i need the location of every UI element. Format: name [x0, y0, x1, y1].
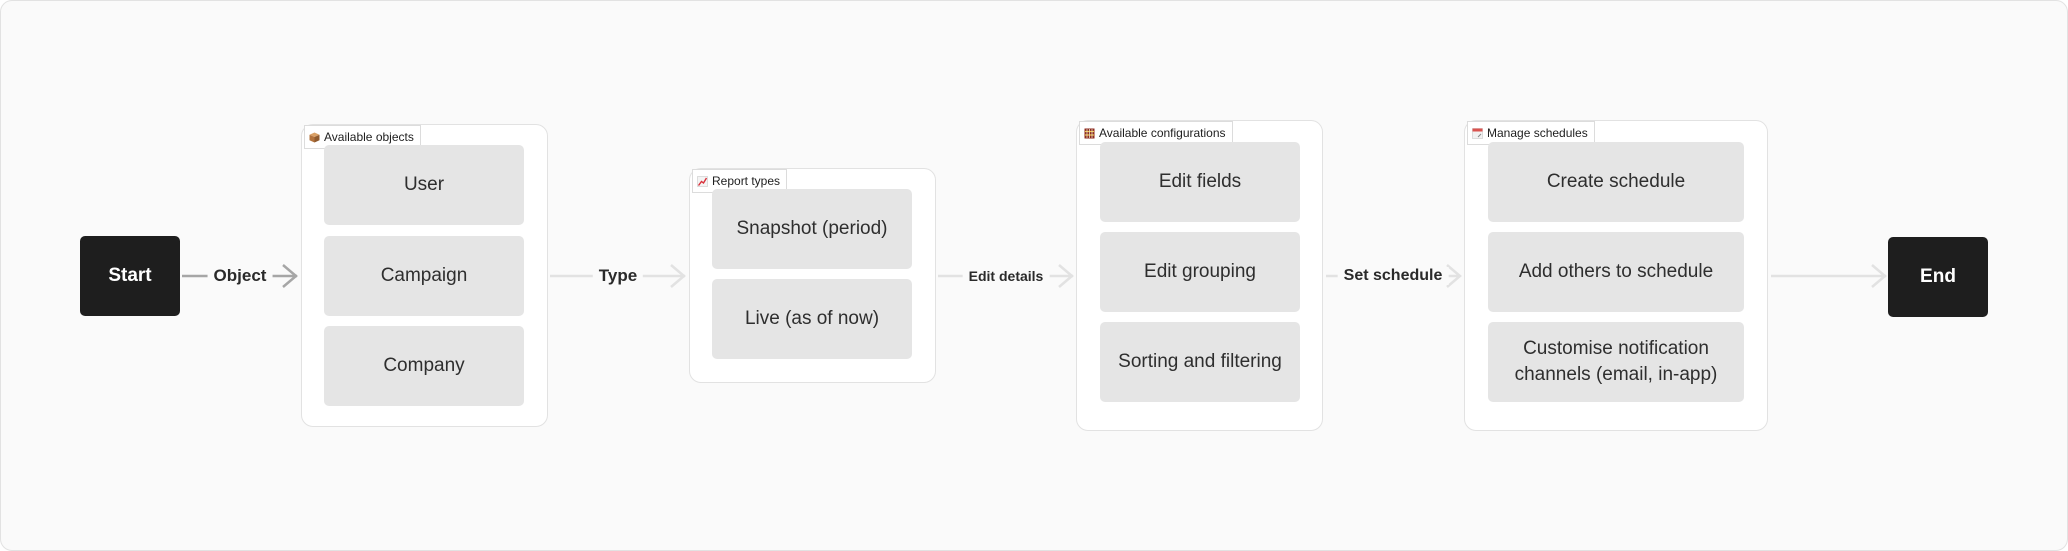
group-title: Report types — [712, 174, 781, 188]
edge-label-edit-details: Edit details — [962, 268, 1050, 284]
group-available-objects: Available objects User Campaign Company — [301, 124, 548, 427]
group-manage-schedules: Manage schedules Create schedule Add oth… — [1464, 120, 1768, 431]
node-campaign[interactable]: Campaign — [324, 236, 524, 316]
package-icon — [309, 132, 320, 143]
node-edit-fields[interactable]: Edit fields — [1100, 142, 1300, 222]
group-title: Manage schedules — [1487, 126, 1588, 140]
chart-increasing-icon — [697, 175, 708, 187]
node-add-others-to-schedule[interactable]: Add others to schedule — [1488, 232, 1744, 312]
end-node[interactable]: End — [1888, 237, 1988, 317]
group-available-configurations: Available configurations Edit fields Edi… — [1076, 120, 1323, 431]
node-sorting-and-filtering[interactable]: Sorting and filtering — [1100, 322, 1300, 402]
edge-label-object: Object — [207, 266, 273, 286]
start-node[interactable]: Start — [80, 236, 180, 316]
node-create-schedule[interactable]: Create schedule — [1488, 142, 1744, 222]
node-company[interactable]: Company — [324, 326, 524, 406]
node-user[interactable]: User — [324, 145, 524, 225]
node-customise-notification-channels[interactable]: Customise notification channels (email, … — [1488, 322, 1744, 402]
start-node-label: Start — [108, 265, 152, 286]
node-edit-grouping[interactable]: Edit grouping — [1100, 232, 1300, 312]
edge-label-type: Type — [592, 266, 644, 286]
abacus-icon — [1084, 128, 1095, 139]
node-snapshot-period[interactable]: Snapshot (period) — [712, 189, 912, 269]
calendar-icon — [1472, 127, 1483, 139]
group-report-types: Report types Snapshot (period) Live (as … — [689, 168, 936, 383]
edge-label-set-schedule: Set schedule — [1337, 267, 1449, 285]
end-node-label: End — [1920, 266, 1956, 287]
node-live-as-of-now[interactable]: Live (as of now) — [712, 279, 912, 359]
group-title: Available configurations — [1099, 126, 1226, 140]
group-title: Available objects — [324, 130, 414, 144]
